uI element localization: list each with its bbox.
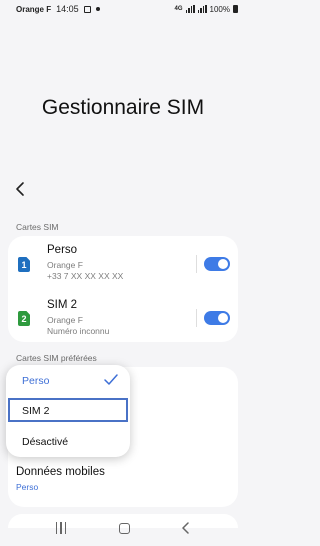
section-label-sim-cards: Cartes SIM bbox=[16, 222, 59, 232]
nav-back-icon[interactable] bbox=[181, 522, 191, 534]
dropdown-option-perso[interactable]: Perso bbox=[22, 375, 49, 387]
check-icon bbox=[104, 374, 118, 385]
mobile-data-label[interactable]: Données mobiles bbox=[16, 466, 105, 478]
mobile-data-value: Perso bbox=[16, 482, 39, 492]
status-bar: Orange F 14:05 4G 100% bbox=[0, 0, 246, 18]
notification-dot-icon bbox=[95, 7, 100, 11]
carrier-label: Orange F bbox=[16, 4, 52, 14]
sim-1-name: Perso bbox=[47, 244, 78, 256]
sim-2-icon: 2 bbox=[18, 311, 30, 326]
sim-row-2[interactable]: 2 SIM 2 Orange F Numéro inconnu bbox=[8, 288, 238, 344]
status-time: 14:05 bbox=[56, 4, 79, 14]
page-title: Gestionnaire SIM bbox=[41, 96, 205, 119]
recent-apps-icon[interactable] bbox=[55, 522, 68, 534]
signal-icon bbox=[185, 5, 195, 13]
sim-row-1[interactable]: 1 Perso Orange F +33 7 XX XX XX XX bbox=[8, 236, 238, 292]
section-label-preferred-sims: Cartes SIM préférées bbox=[16, 353, 97, 363]
back-arrow-icon[interactable] bbox=[14, 181, 28, 197]
battery-percent: 100% bbox=[209, 4, 230, 14]
sim-1-number: +33 7 XX XX XX XX bbox=[47, 271, 124, 281]
sim-1-icon: 1 bbox=[18, 257, 30, 272]
sim-2-toggle[interactable] bbox=[204, 311, 230, 325]
sim-2-carrier: Orange F bbox=[47, 315, 83, 325]
navigation-bar bbox=[0, 510, 246, 546]
sim-1-toggle[interactable] bbox=[204, 257, 230, 271]
home-icon[interactable] bbox=[118, 522, 130, 534]
dropdown-option-sim2[interactable]: SIM 2 bbox=[22, 405, 49, 417]
signal-icon-sim2 bbox=[197, 5, 207, 13]
divider bbox=[196, 309, 197, 327]
gallery-notification-icon bbox=[83, 5, 91, 13]
sim-cards-card: 1 Perso Orange F +33 7 XX XX XX XX 2 SIM… bbox=[8, 236, 238, 342]
sim-2-number: Numéro inconnu bbox=[47, 326, 110, 336]
network-type: 4G bbox=[174, 6, 183, 12]
sim-1-carrier: Orange F bbox=[47, 260, 83, 270]
sim-2-name: SIM 2 bbox=[47, 299, 78, 311]
divider bbox=[196, 255, 197, 273]
battery-icon bbox=[233, 5, 238, 13]
sim-select-dropdown: Perso SIM 2 Désactivé bbox=[6, 365, 130, 457]
dropdown-option-disabled[interactable]: Désactivé bbox=[22, 436, 68, 448]
